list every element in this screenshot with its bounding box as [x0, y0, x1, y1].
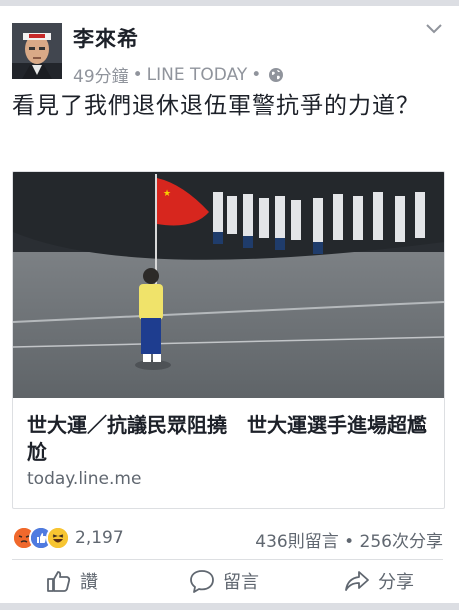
divider	[12, 559, 443, 560]
comment-label: 留言	[223, 572, 259, 593]
chevron-down-icon[interactable]	[424, 21, 444, 37]
post-time[interactable]: 49分鐘	[73, 62, 129, 87]
share-button[interactable]: 分享	[344, 568, 414, 594]
post-card: 李來希 49分鐘 • LINE TODAY • 看見了我們退休退伍軍警抗爭的力道…	[0, 6, 459, 603]
haha-icon	[46, 526, 70, 550]
post-text: 看見了我們退休退伍軍警抗爭的力道？	[12, 93, 420, 119]
meta-separator: •	[132, 64, 143, 85]
stats-separator: •	[344, 532, 355, 552]
engagement-stats[interactable]: 436則留言 • 256次分享	[255, 527, 443, 552]
svg-text:★: ★	[163, 189, 171, 199]
link-image[interactable]: ★	[13, 172, 444, 398]
link-domain: today.line.me	[27, 469, 142, 489]
link-title[interactable]: 世大運／抗議民眾阻撓 世大運選手進場超尷尬	[27, 412, 435, 466]
post-source: LINE TODAY	[146, 64, 248, 85]
comment-button[interactable]: 留言	[189, 568, 259, 594]
avatar[interactable]	[12, 23, 62, 79]
comment-count[interactable]: 436則留言	[255, 532, 338, 552]
reaction-count: 2,197	[75, 528, 124, 548]
meta-separator: •	[251, 64, 262, 85]
action-bar: 讚 留言 分享	[0, 568, 459, 602]
like-label: 讚	[80, 572, 98, 593]
post-meta: 49分鐘 • LINE TODAY •	[73, 62, 284, 87]
globe-icon	[269, 67, 284, 82]
reaction-summary[interactable]: 2,197	[12, 526, 124, 550]
bottom-separator	[0, 603, 459, 610]
thumbs-up-icon	[47, 571, 71, 592]
share-label: 分享	[378, 572, 414, 593]
like-button[interactable]: 讚	[46, 568, 98, 594]
author-name[interactable]: 李來希	[73, 23, 139, 53]
share-icon	[345, 571, 369, 591]
link-preview[interactable]: ★ 世大運／抗議民眾阻撓 世大運選手進場超尷尬 today.line.me	[12, 171, 445, 509]
comment-icon	[190, 570, 214, 593]
share-count[interactable]: 256次分享	[360, 532, 443, 552]
